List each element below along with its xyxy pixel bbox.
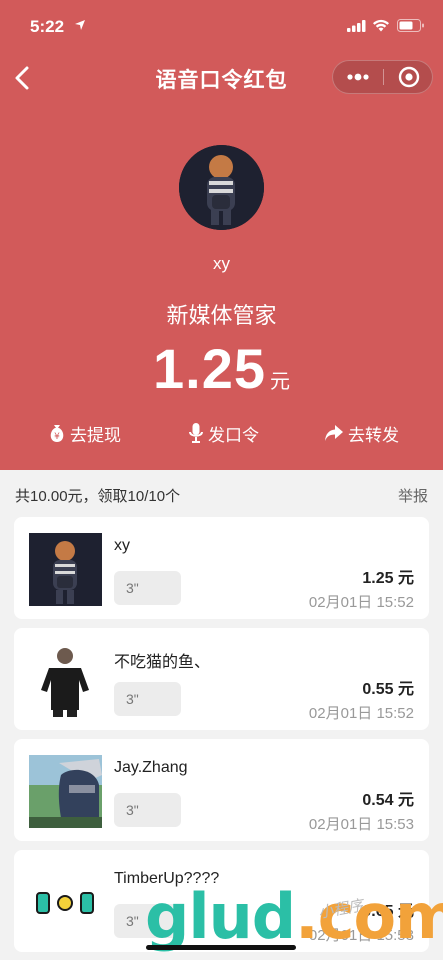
list-item: xy 3" 1.25 元 02月01日 15:52 xyxy=(14,517,429,619)
microphone-icon xyxy=(189,423,203,443)
received-amount: 1.25 元 xyxy=(0,336,443,401)
recipient-time: 02月01日 15:52 xyxy=(308,594,414,611)
amount-unit: 元 xyxy=(270,371,290,393)
man-black-shirt-avatar-icon xyxy=(29,644,102,717)
voice-duration: 3" xyxy=(126,913,139,929)
withdraw-button[interactable]: ¥ 去提现 xyxy=(48,418,121,448)
recipient-name: xy xyxy=(114,537,130,554)
recipient-avatar xyxy=(29,866,102,939)
navigation-bar: 语音口令红包 xyxy=(0,50,443,106)
svg-text:¥: ¥ xyxy=(54,432,60,442)
recipient-time: 02月01日 15:52 xyxy=(308,705,414,722)
summary-row: 共10.00元，领取10/10个 举报 xyxy=(0,470,443,516)
withdraw-label: 去提现 xyxy=(70,425,121,445)
recipient-avatar xyxy=(29,533,102,606)
recipient-avatar xyxy=(29,755,102,828)
recipient-amount: 0.54 元 xyxy=(362,792,414,809)
forward-button[interactable]: 去转发 xyxy=(324,418,399,448)
send-command-button[interactable]: 发口令 xyxy=(188,418,259,448)
anime-ninja-avatar-icon xyxy=(29,755,102,828)
recipient-amount: 1.25 元 xyxy=(362,570,414,587)
location-arrow-icon xyxy=(75,20,85,30)
voice-message-button[interactable]: 3" xyxy=(114,682,181,716)
recipient-time: 02月01日 15:53 xyxy=(308,816,414,833)
sender-avatar xyxy=(179,145,264,230)
wifi-icon xyxy=(373,19,389,32)
money-bag-icon: ¥ xyxy=(50,425,64,442)
more-options-button[interactable] xyxy=(333,61,383,93)
more-dots-icon xyxy=(347,73,369,81)
action-row: ¥ 去提现 发口令 去转发 xyxy=(0,418,443,448)
recipient-name: Jay.Zhang xyxy=(114,759,188,776)
status-bar: 5:22 xyxy=(0,0,443,50)
red-packet-header: 5:22 语音口令红包 xy 新媒体管家 1.25 元 ¥ 去提现 发口令 去转… xyxy=(0,0,443,470)
target-circle-icon xyxy=(398,66,420,88)
recipient-avatar xyxy=(29,644,102,717)
voice-duration: 3" xyxy=(126,580,139,596)
voice-message-button[interactable]: 3" xyxy=(114,793,181,827)
boy-backpack-avatar-icon xyxy=(29,533,102,606)
bob-logo-avatar-icon xyxy=(29,866,102,939)
report-link[interactable]: 举报 xyxy=(398,485,428,506)
recipient-name: 不吃猫的鱼、 xyxy=(114,654,211,671)
boy-backpack-avatar-icon xyxy=(179,145,264,230)
voice-duration: 3" xyxy=(126,691,139,707)
sender-name: xy xyxy=(213,254,230,273)
watermark-logo: glud.com xyxy=(145,880,443,953)
list-item: Jay.Zhang 3" 0.54 元 02月01日 15:53 xyxy=(14,739,429,841)
recipient-amount: 0.55 元 xyxy=(362,681,414,698)
summary-text: 共10.00元，领取10/10个 xyxy=(15,488,181,505)
cellular-signal-icon xyxy=(347,20,366,32)
send-command-label: 发口令 xyxy=(208,425,259,445)
home-indicator xyxy=(146,945,296,950)
mini-program-capsule xyxy=(332,60,433,94)
voice-message-button[interactable]: 3" xyxy=(114,571,181,605)
organization-name: 新媒体管家 xyxy=(166,303,277,328)
close-mini-program-button[interactable] xyxy=(384,61,434,93)
status-time: 5:22 xyxy=(30,17,65,36)
voice-duration: 3" xyxy=(126,802,139,818)
list-item: 不吃猫的鱼、 3" 0.55 元 02月01日 15:52 xyxy=(14,628,429,730)
forward-label: 去转发 xyxy=(348,425,399,445)
battery-icon xyxy=(397,19,424,32)
amount-value: 1.25 xyxy=(153,337,266,400)
share-arrow-icon xyxy=(325,425,343,441)
